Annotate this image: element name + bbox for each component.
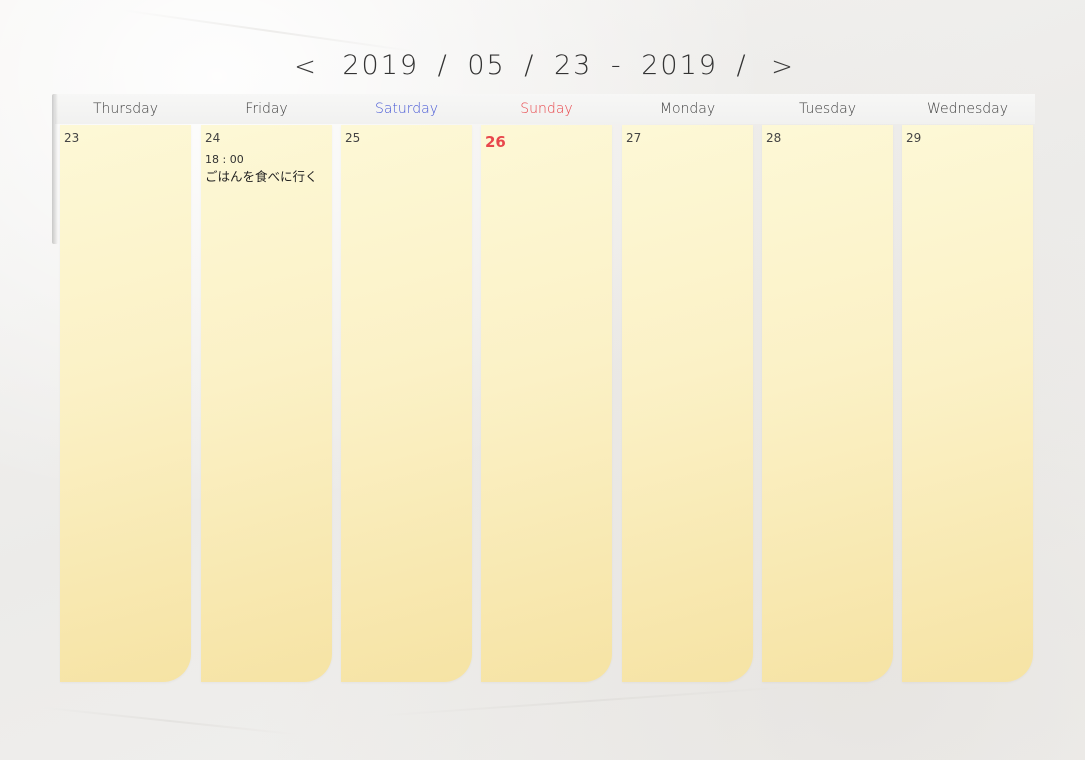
day-cell-friday[interactable]: 24 18 : 00 ごはんを食べに行く (201, 125, 332, 682)
day-number: 23 (64, 131, 80, 145)
day-cell-wednesday[interactable]: 29 (902, 125, 1033, 682)
day-number: 24 (205, 131, 221, 145)
day-number: 27 (626, 131, 642, 145)
next-week-button[interactable]: > (767, 50, 797, 84)
day-cell-saturday[interactable]: 25 (341, 125, 472, 682)
date-range-title: 2019 / 05 / 23 - 2019 / 05 / 29 (342, 50, 748, 121)
day-number: 25 (345, 131, 361, 145)
today-day-number: 26 (485, 133, 506, 151)
weekday-header-wednesday: Wednesday (926, 101, 1009, 117)
day-cell-tuesday[interactable]: 28 (762, 125, 893, 682)
day-number: 28 (766, 131, 782, 145)
day-cell-monday[interactable]: 27 (622, 125, 753, 682)
previous-week-button[interactable]: < (290, 50, 320, 84)
weekday-header-thursday: Thursday (92, 101, 159, 117)
paper-wrinkle (380, 685, 800, 717)
event-title: ごはんを食べに行く (205, 169, 318, 184)
weekday-header-sunday: Sunday (520, 101, 573, 117)
day-cell-sunday[interactable]: 26 (481, 125, 612, 682)
event-time: 18 : 00 (205, 153, 244, 166)
weekday-header-saturday: Saturday (374, 101, 439, 117)
weekday-header-monday: Monday (659, 101, 716, 117)
weekday-header-tuesday: Tuesday (799, 101, 856, 117)
weekday-header-friday: Friday (245, 101, 288, 117)
paper-wrinkle (40, 706, 300, 736)
day-cell-thursday[interactable]: 23 (60, 125, 191, 682)
day-number: 29 (906, 131, 922, 145)
calendar-event[interactable]: 18 : 00 ごはんを食べに行く (205, 153, 331, 187)
week-navigation: < 2019 / 05 / 23 - 2019 / 05 / 29 > (0, 44, 1085, 121)
